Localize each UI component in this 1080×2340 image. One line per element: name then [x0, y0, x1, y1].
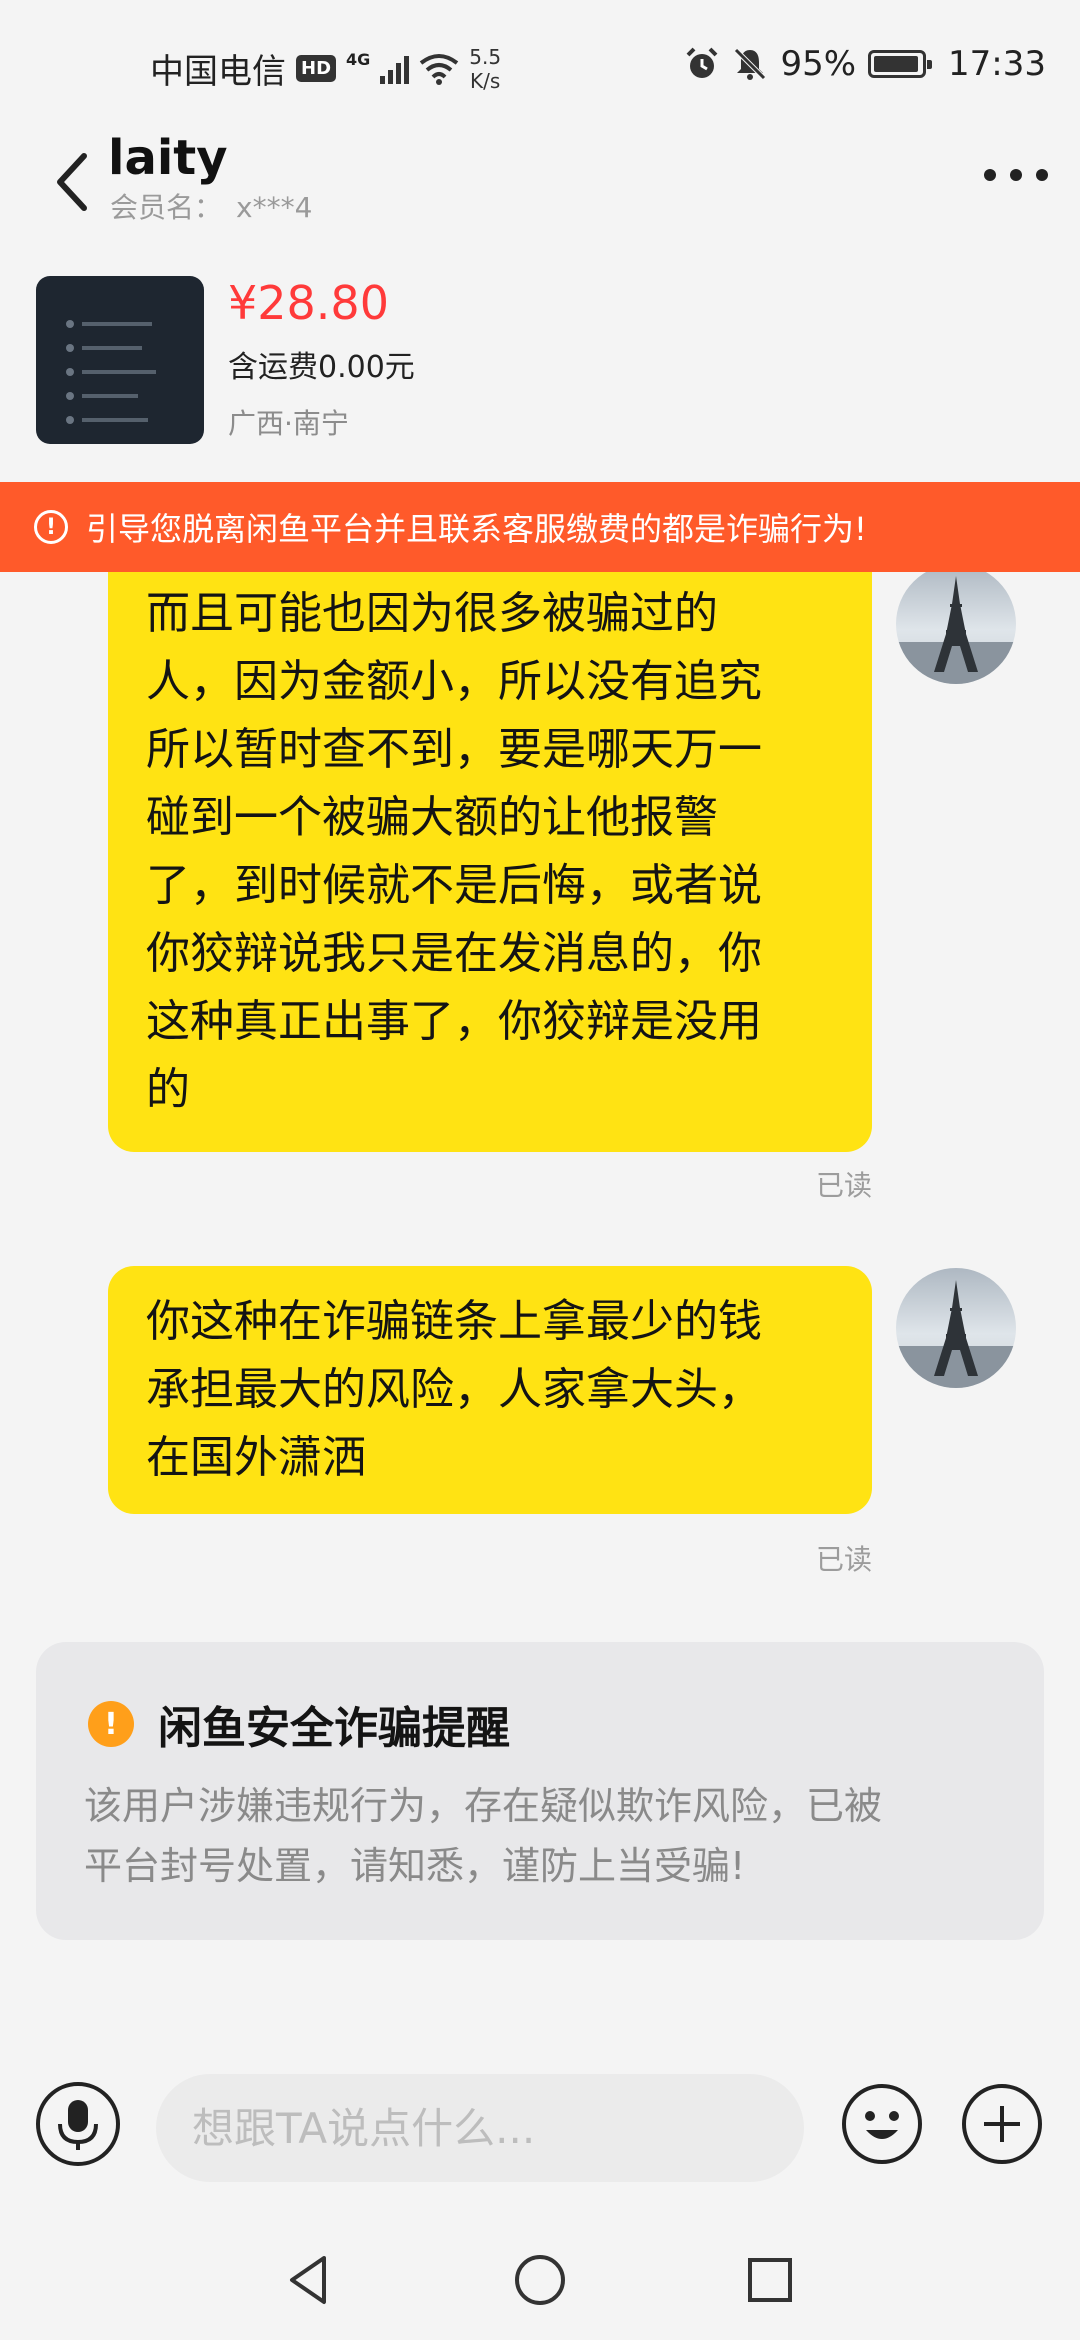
voice-button[interactable]	[36, 2082, 120, 2166]
product-thumbnail[interactable]	[36, 276, 204, 444]
warning-text: 引导您脱离闲鱼平台并且联系客服缴费的都是诈骗行为!	[86, 510, 867, 548]
network-type: 4G	[346, 50, 371, 69]
message-line: 人，因为金额小，所以没有追究	[146, 656, 762, 707]
network-speed: 5.5 K/s	[469, 45, 501, 93]
product-price: ¥28.80	[228, 276, 389, 330]
nav-recent-icon	[748, 2258, 792, 2302]
message-line: 这种真正出事了，你狡辩是没用	[146, 996, 762, 1047]
emoji-button[interactable]	[840, 2082, 924, 2166]
product-card[interactable]: ¥28.80 含运费0.00元 广西·南宁	[0, 262, 1080, 482]
avatar[interactable]	[896, 1268, 1016, 1388]
safety-reminder-card: ! 闲鱼安全诈骗提醒 该用户涉嫌违规行为，存在疑似欺诈风险，已被 平台封号处置，…	[36, 1642, 1044, 1940]
read-status: 已读	[815, 1543, 872, 1576]
status-bar: 中国电信 HD 4G 5.5 K/s 95% 17:33	[0, 0, 1080, 130]
status-left: 中国电信 HD 4G 5.5 K/s	[150, 44, 501, 93]
nav-recent-button[interactable]	[740, 2250, 800, 2310]
signal-icon	[380, 54, 410, 84]
safety-line: 平台封号处置，请知悉，谨防上当受骗!	[84, 1844, 746, 1888]
member-label: 会员名：	[110, 191, 223, 224]
carrier-name: 中国电信	[150, 52, 286, 92]
battery-icon	[868, 50, 933, 78]
shipping-info: 含运费0.00元	[228, 350, 415, 385]
back-button[interactable]	[48, 142, 98, 222]
message-line: 你这种在诈骗链条上拿最少的钱	[146, 1296, 762, 1347]
speed-unit: K/s	[470, 68, 501, 93]
chat-area[interactable]: 而且可能也因为很多被骗过的 人，因为金额小，所以没有追究 所以暂时查不到，要是哪…	[0, 572, 1080, 2052]
status-right: 95% 17:33	[684, 44, 1046, 84]
nav-back-icon	[290, 2256, 326, 2304]
nav-home-icon	[515, 2255, 565, 2305]
message-line: 在国外潇洒	[146, 1432, 366, 1483]
more-icon	[984, 169, 1048, 181]
message-line: 的	[146, 1064, 190, 1115]
safety-title-text: 闲鱼安全诈骗提醒	[158, 1703, 510, 1754]
microphone-icon	[58, 2100, 98, 2150]
system-nav-bar	[0, 2230, 1080, 2340]
page-title: laity	[108, 130, 228, 186]
message-input[interactable]	[156, 2074, 804, 2182]
eiffel-tower-avatar-image	[896, 1280, 1016, 1388]
alert-icon: !	[88, 1701, 134, 1747]
more-button[interactable]	[972, 150, 1052, 200]
member-info: 会员名： x***4	[110, 186, 312, 226]
safety-title: ! 闲鱼安全诈骗提醒	[88, 1692, 510, 1756]
battery-percent: 95%	[780, 44, 857, 84]
message-bubble[interactable]: 你这种在诈骗链条上拿最少的钱 承担最大的风险，人家拿大头， 在国外潇洒	[108, 1266, 872, 1514]
message-line: 你狡辩说我只是在发消息的，你	[146, 928, 762, 979]
mute-icon	[734, 48, 767, 80]
message-line: 了，到时候就不是后悔，或者说	[146, 860, 762, 911]
seller-location: 广西·南宁	[228, 407, 349, 440]
nav-back-button[interactable]	[280, 2250, 340, 2310]
wifi-icon	[420, 53, 459, 85]
fraud-warning-banner: ! 引导您脱离闲鱼平台并且联系客服缴费的都是诈骗行为!	[0, 482, 1080, 572]
message-bubble[interactable]: 而且可能也因为很多被骗过的 人，因为金额小，所以没有追究 所以暂时查不到，要是哪…	[108, 572, 872, 1152]
emoji-icon	[842, 2084, 922, 2164]
message-line: 所以暂时查不到，要是哪天万一	[146, 724, 762, 775]
clock: 17:33	[948, 44, 1046, 84]
message-line: 碰到一个被骗大额的让他报警	[146, 792, 718, 843]
eiffel-tower-avatar-image	[896, 576, 1016, 684]
add-button[interactable]	[960, 2082, 1044, 2166]
message-line: 而且可能也因为很多被骗过的	[146, 588, 718, 639]
message-line: 承担最大的风险，人家拿大头，	[146, 1364, 762, 1415]
read-status: 已读	[815, 1169, 872, 1202]
alarm-icon	[687, 47, 718, 78]
nav-home-button[interactable]	[510, 2250, 570, 2310]
member-value: x***4	[236, 191, 313, 224]
input-bar	[0, 2052, 1080, 2202]
chat-header: laity 会员名： x***4	[0, 120, 1080, 250]
back-arrow-icon	[57, 153, 87, 211]
avatar[interactable]	[896, 572, 1016, 684]
warning-icon: !	[34, 510, 68, 544]
battery-fill	[874, 56, 918, 72]
plus-icon	[962, 2084, 1042, 2164]
safety-message: 该用户涉嫌违规行为，存在疑似欺诈风险，已被 平台封号处置，请知悉，谨防上当受骗!	[84, 1776, 882, 1896]
speed-value: 5.5	[469, 44, 502, 69]
hd-icon: HD	[296, 55, 337, 82]
safety-line: 该用户涉嫌违规行为，存在疑似欺诈风险，已被	[84, 1784, 883, 1828]
chat-screen: 中国电信 HD 4G 5.5 K/s 95% 17:33 laity 会员名： …	[0, 0, 1080, 2340]
